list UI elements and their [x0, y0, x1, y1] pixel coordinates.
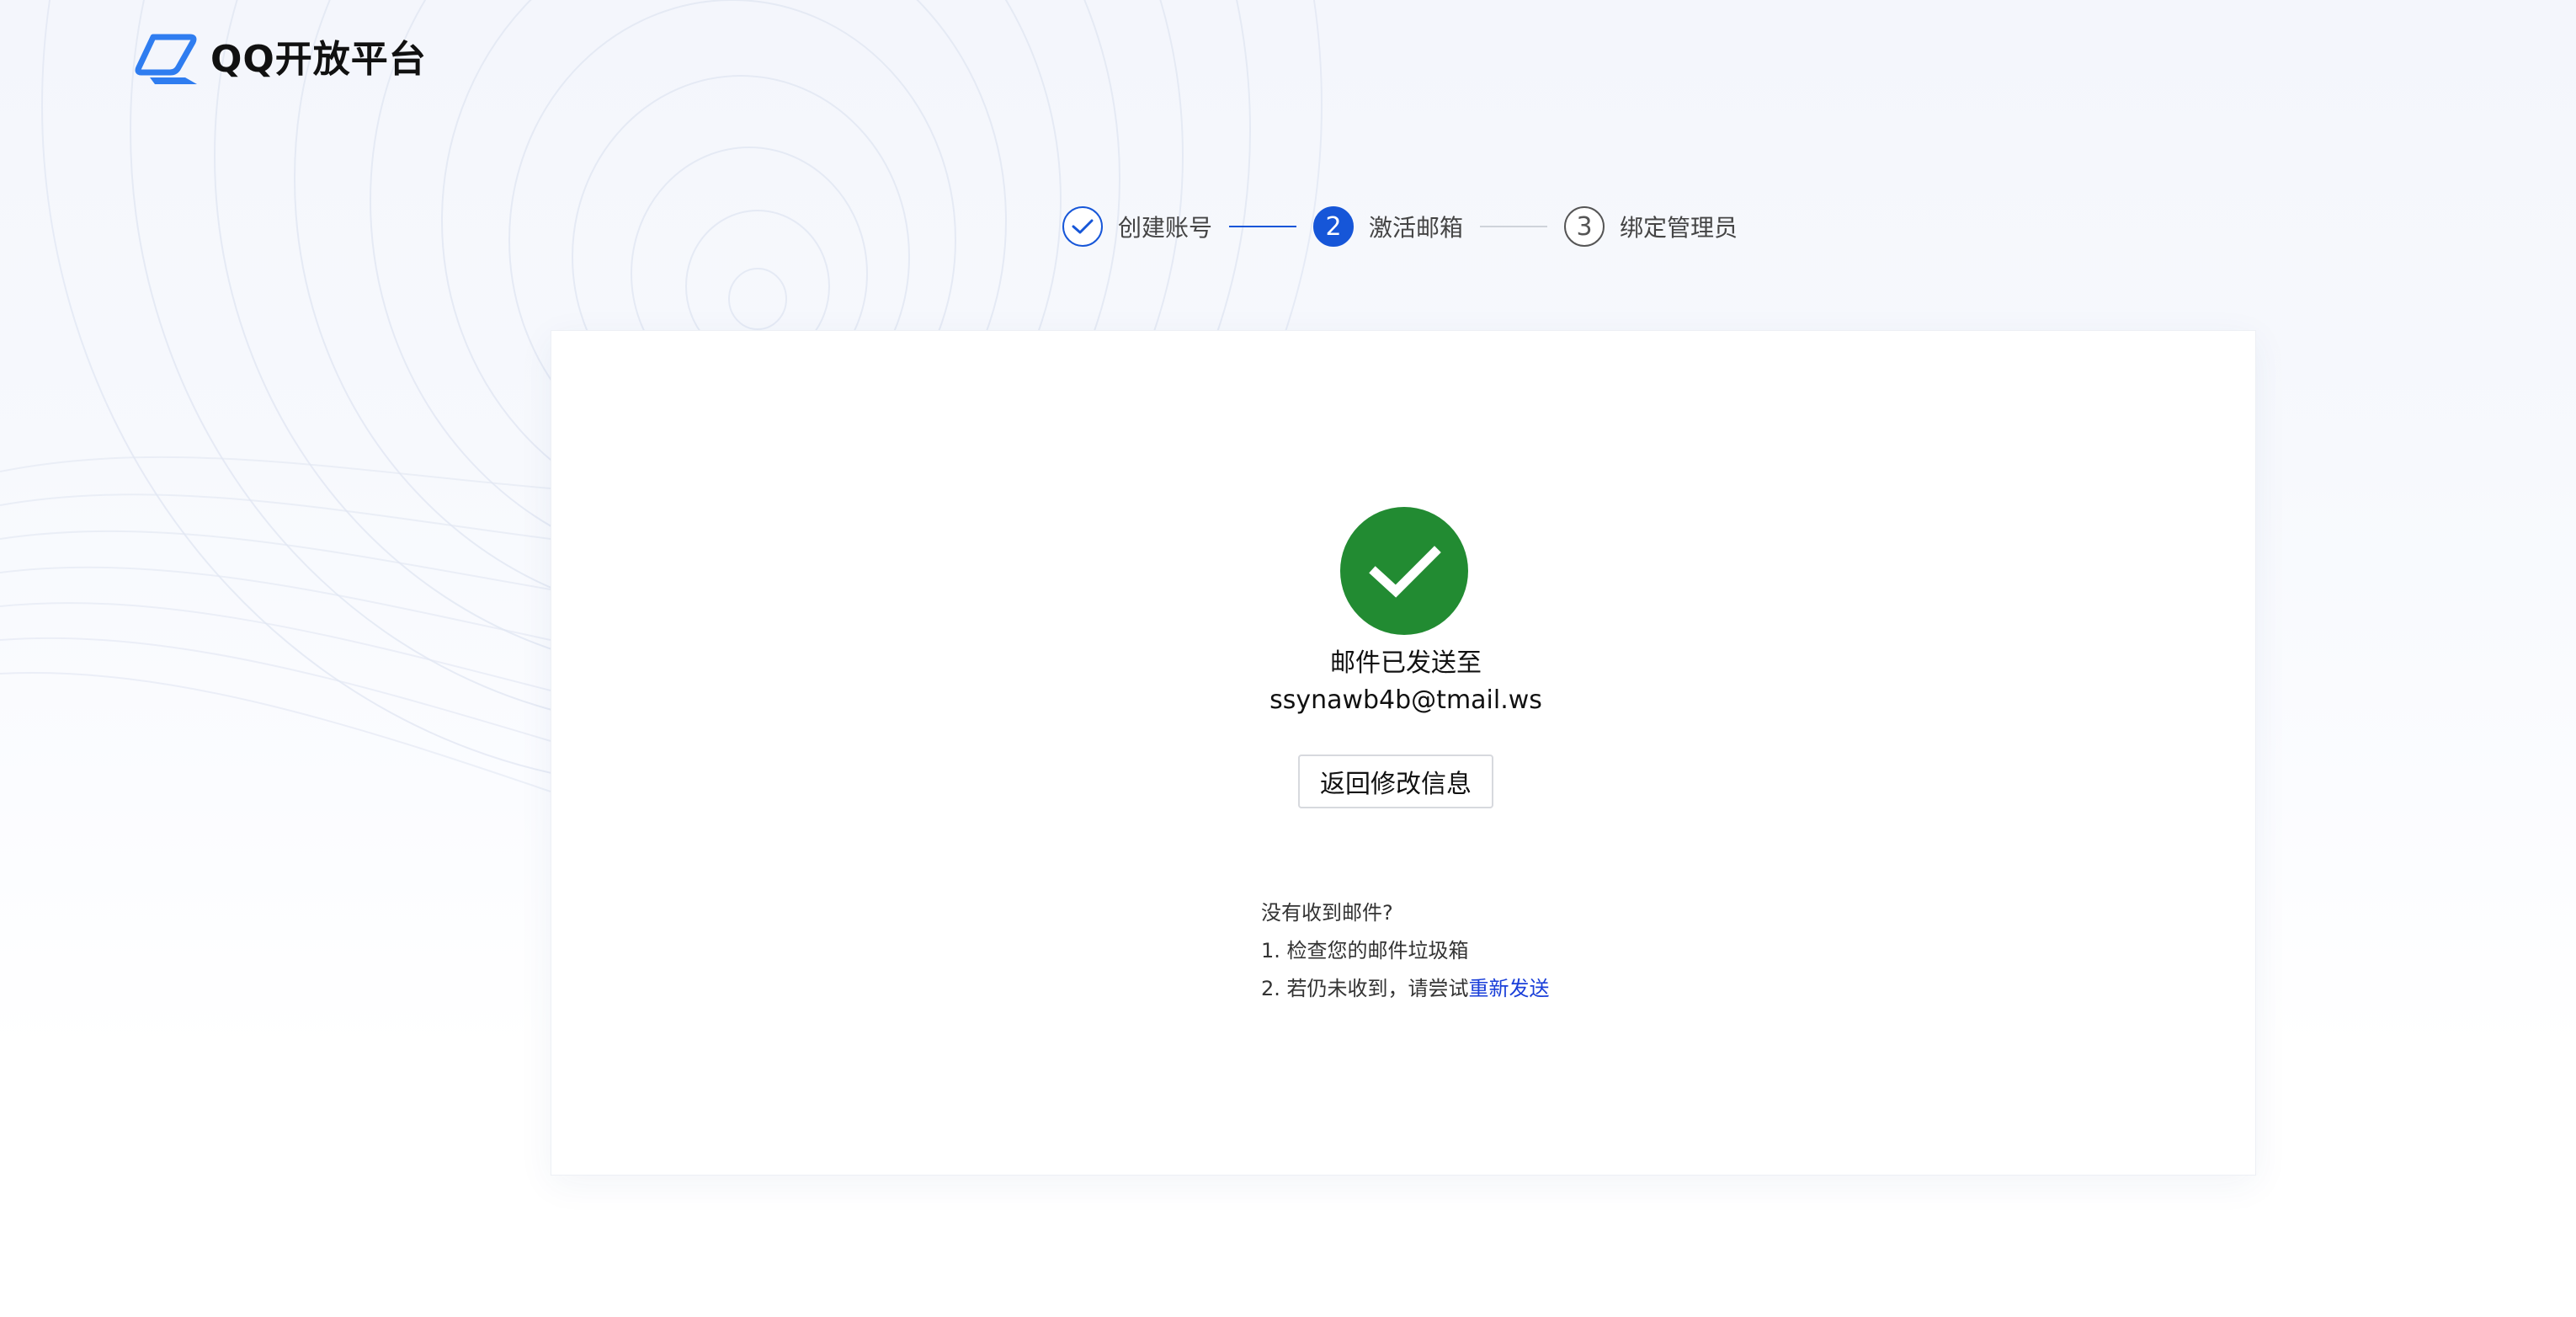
recipient-email: ssynawb4b@tmail.ws [1269, 685, 1542, 715]
step-3-label: 绑定管理员 [1620, 214, 1738, 242]
help-tip-resend: 2. 若仍未收到，请尝试重新发送 [1261, 970, 1550, 1008]
step-create-account: 创建账号 [1062, 206, 1212, 247]
brand-logo[interactable]: QQ开放平台 [135, 34, 427, 86]
brand-name: QQ开放平台 [210, 38, 427, 81]
help-tip-check-spam: 1. 检查您的邮件垃圾箱 [1261, 939, 1469, 962]
step-activate-email: 2 激活邮箱 [1313, 206, 1463, 247]
step-1-circle [1062, 206, 1103, 247]
email-sent-title: 邮件已发送至 [1330, 648, 1482, 678]
registration-steps: 创建账号 2 激活邮箱 3 绑定管理员 [1062, 204, 1738, 249]
step-bind-admin: 3 绑定管理员 [1564, 206, 1738, 247]
step-3-circle: 3 [1564, 206, 1605, 247]
email-help-section: 没有收到邮件? 1. 检查您的邮件垃圾箱 2. 若仍未收到，请尝试重新发送 [1261, 894, 1550, 1008]
step-1-label: 创建账号 [1118, 214, 1213, 242]
help-tip-resend-text: 2. 若仍未收到，请尝试 [1261, 977, 1469, 1000]
help-heading: 没有收到邮件? [1261, 901, 1393, 925]
step-2-label: 激活邮箱 [1369, 214, 1464, 242]
check-icon [1072, 212, 1094, 242]
success-check-icon [1340, 507, 1468, 635]
step-2-circle: 2 [1313, 206, 1355, 247]
resend-link[interactable]: 重新发送 [1469, 977, 1550, 1000]
step-connector-1 [1229, 226, 1297, 227]
step-connector-2 [1480, 226, 1548, 227]
back-to-edit-button[interactable]: 返回修改信息 [1298, 754, 1493, 808]
qq-open-platform-logo-icon [135, 34, 199, 86]
result-card [551, 330, 2256, 1176]
